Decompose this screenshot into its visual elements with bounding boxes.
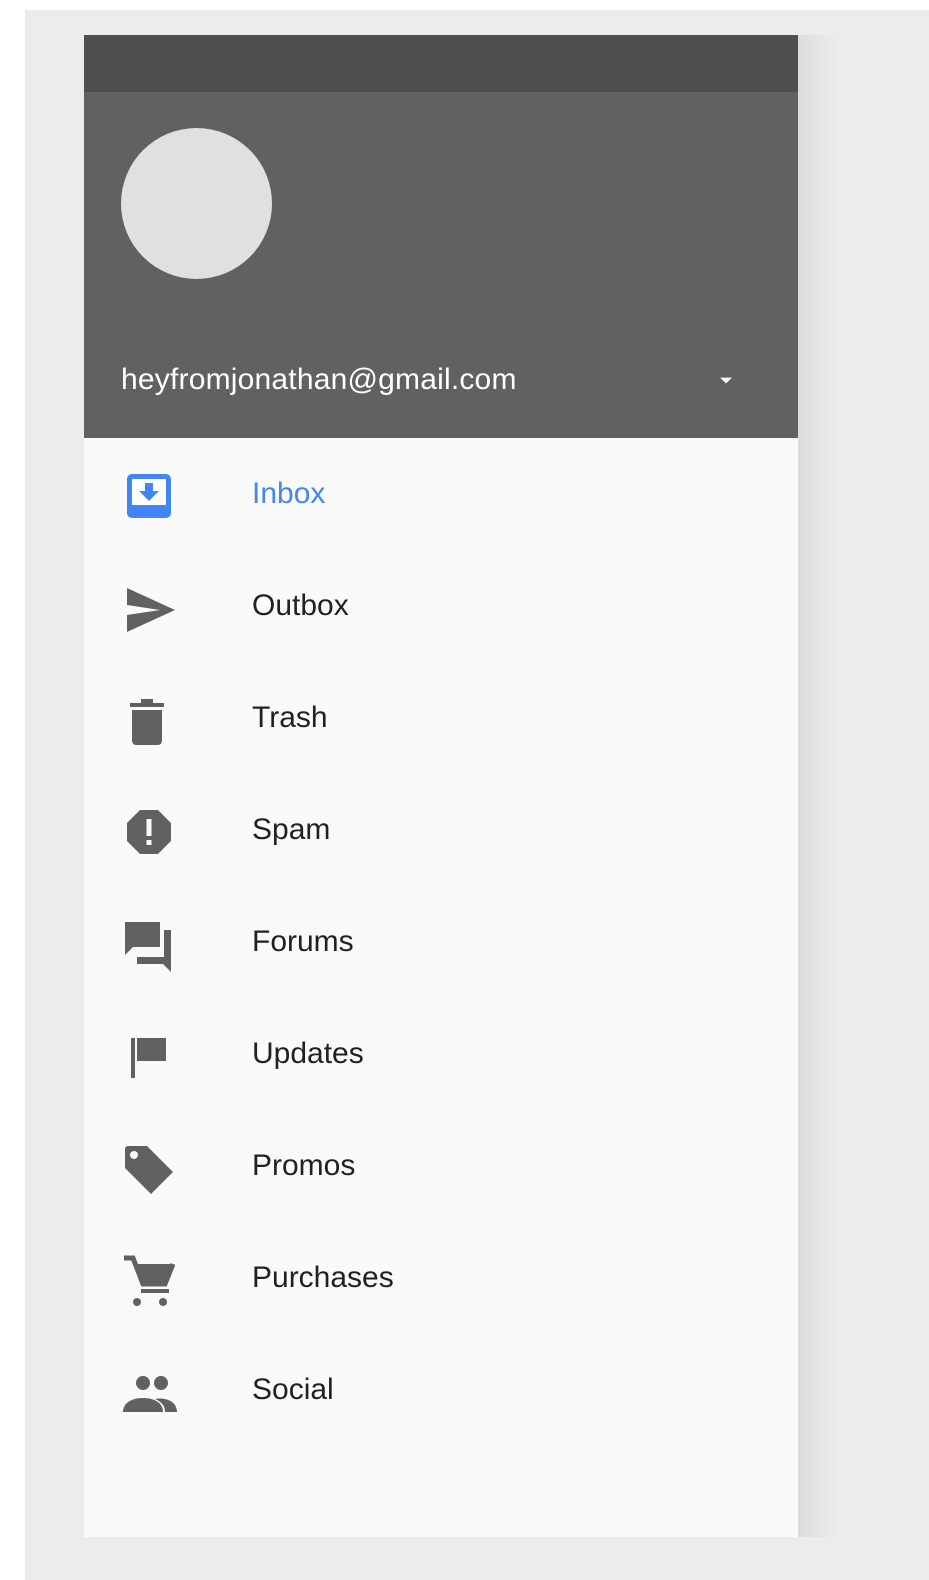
nav-item-promos[interactable]: Promos <box>84 1110 798 1222</box>
nav-item-updates[interactable]: Updates <box>84 998 798 1110</box>
delete-icon <box>123 694 179 750</box>
nav-label-purchases: Purchases <box>252 1261 394 1294</box>
nav-item-trash[interactable]: Trash <box>84 662 798 774</box>
account-header: heyfromjonathan@gmail.com <box>84 92 798 438</box>
inbox-icon <box>123 470 179 526</box>
shopping-cart-icon <box>123 1254 179 1310</box>
nav-label-outbox: Outbox <box>252 589 349 622</box>
nav-item-forums[interactable]: Forums <box>84 886 798 998</box>
forum-icon <box>123 918 179 974</box>
navigation-drawer: heyfromjonathan@gmail.com Inbox Outbox T… <box>84 35 798 1537</box>
nav-item-purchases[interactable]: Purchases <box>84 1222 798 1334</box>
nav-label-forums: Forums <box>252 925 354 958</box>
account-email: heyfromjonathan@gmail.com <box>121 363 517 396</box>
nav-label-updates: Updates <box>252 1037 364 1070</box>
nav-label-promos: Promos <box>252 1149 356 1182</box>
nav-item-inbox[interactable]: Inbox <box>84 438 798 550</box>
people-icon <box>123 1366 179 1422</box>
status-bar <box>84 35 798 92</box>
nav-label-spam: Spam <box>252 813 331 846</box>
avatar[interactable] <box>121 128 272 279</box>
label-icon <box>123 1142 179 1198</box>
flag-icon <box>123 1030 179 1086</box>
nav-label-inbox: Inbox <box>252 477 326 510</box>
arrow-drop-down-icon <box>720 377 732 384</box>
nav-label-trash: Trash <box>252 701 328 734</box>
report-icon <box>123 806 179 862</box>
nav-label-social: Social <box>252 1373 334 1406</box>
nav-item-spam[interactable]: Spam <box>84 774 798 886</box>
send-icon <box>123 582 179 638</box>
nav-item-outbox[interactable]: Outbox <box>84 550 798 662</box>
account-dropdown-button[interactable] <box>704 358 748 402</box>
nav-item-social[interactable]: Social <box>84 1334 798 1446</box>
